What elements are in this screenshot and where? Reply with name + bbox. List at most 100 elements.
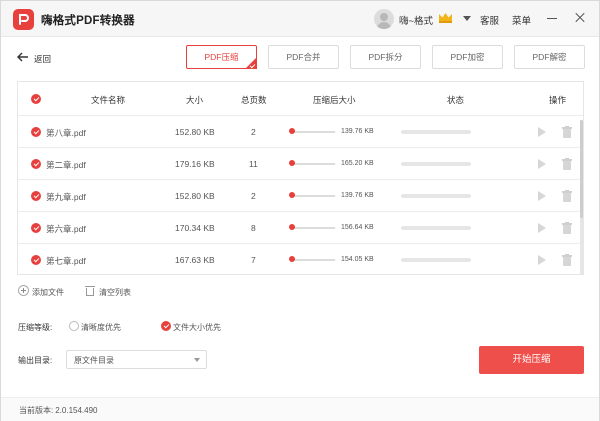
version-label: 当前版本: <box>19 406 54 415</box>
status-progress-bar <box>401 258 471 262</box>
row-checkbox[interactable] <box>31 223 41 233</box>
clarity-priority-label[interactable]: 清晰度优先 <box>81 322 121 333</box>
row-checkbox[interactable] <box>31 191 41 201</box>
version-info: 当前版本: 2.0.154.490 <box>17 405 98 416</box>
file-name: 第九章.pdf <box>46 192 86 202</box>
table-header: 文件名称 大小 总页数 压缩后大小 状态 操作 <box>18 82 583 116</box>
play-icon[interactable] <box>538 191 546 201</box>
column-header-name: 文件名称 <box>91 95 126 105</box>
radio-clarity-priority[interactable] <box>69 321 79 331</box>
start-compress-button[interactable]: 开始压缩 <box>479 346 584 374</box>
play-icon[interactable] <box>538 127 546 137</box>
table-row: 第八章.pdf 152.80 KB 2 139.76 KB <box>18 116 583 148</box>
file-name: 第六章.pdf <box>46 224 86 234</box>
trash-icon[interactable] <box>562 254 572 266</box>
column-header-compressed-size: 压缩后大小 <box>313 95 356 105</box>
minimize-button[interactable] <box>545 11 559 25</box>
column-header-pages: 总页数 <box>241 95 267 105</box>
plus-circle-icon <box>18 285 29 296</box>
tab-pdf-split[interactable]: PDF拆分 <box>350 45 421 69</box>
table-row: 第九章.pdf 152.80 KB 2 139.76 KB <box>18 180 583 212</box>
title-bar: 嗨格式PDF转换器 嗨~格式 客服 菜单 <box>1 1 599 37</box>
vip-crown-icon <box>439 13 452 23</box>
table-scrollbar[interactable] <box>580 120 583 274</box>
compression-slider-handle[interactable] <box>289 224 295 230</box>
status-progress-bar <box>401 194 471 198</box>
table-row: 第二章.pdf 179.16 KB 11 165.20 KB <box>18 148 583 180</box>
row-checkbox[interactable] <box>31 127 41 137</box>
tab-pdf-merge[interactable]: PDF合并 <box>268 45 339 69</box>
app-title: 嗨格式PDF转换器 <box>41 15 135 27</box>
column-header-actions: 操作 <box>549 95 567 105</box>
play-icon[interactable] <box>538 255 546 265</box>
file-name: 第二章.pdf <box>46 160 86 170</box>
compression-slider-handle[interactable] <box>289 256 295 262</box>
tab-label: PDF解密 <box>532 52 567 62</box>
chevron-down-icon[interactable] <box>463 16 471 21</box>
version-number: 2.0.154.490 <box>55 406 98 415</box>
trash-icon[interactable] <box>562 158 572 170</box>
file-size: 152.80 KB <box>175 191 215 201</box>
compression-slider-track[interactable] <box>290 131 335 133</box>
trash-icon[interactable] <box>562 190 572 202</box>
app-logo-icon <box>13 9 34 30</box>
compression-slider-track[interactable] <box>290 163 335 165</box>
tab-label: PDF拆分 <box>368 52 403 62</box>
table-row: 第六章.pdf 170.34 KB 8 156.64 KB <box>18 212 583 244</box>
chevron-down-icon <box>194 358 200 362</box>
compression-level-label: 压缩等级: <box>18 323 53 332</box>
arrow-left-icon <box>17 52 28 62</box>
tab-pdf-compress[interactable]: PDF压缩 <box>186 45 257 69</box>
play-icon[interactable] <box>538 223 546 233</box>
column-header-size: 大小 <box>186 95 204 105</box>
compression-slider-track[interactable] <box>290 259 335 261</box>
compression-slider-handle[interactable] <box>289 160 295 166</box>
table-row: 第七章.pdf 167.63 KB 7 154.05 KB <box>18 244 583 274</box>
file-table: 文件名称 大小 总页数 压缩后大小 状态 操作 第八章.pdf 152.80 K… <box>17 81 584 275</box>
status-bar: 当前版本: 2.0.154.490 <box>1 397 599 421</box>
trash-icon <box>85 285 95 297</box>
row-checkbox[interactable] <box>31 255 41 265</box>
status-progress-bar <box>401 226 471 230</box>
trash-icon[interactable] <box>562 222 572 234</box>
page-count: 8 <box>251 223 256 233</box>
compressed-size: 156.64 KB <box>341 224 374 231</box>
customer-service-button[interactable]: 客服 <box>480 13 499 27</box>
select-all-checkbox[interactable] <box>31 94 41 104</box>
output-dir-select[interactable]: 原文件目录 <box>66 350 207 369</box>
file-size: 167.63 KB <box>175 255 215 265</box>
tab-pdf-decrypt[interactable]: PDF解密 <box>514 45 585 69</box>
compression-slider-track[interactable] <box>290 195 335 197</box>
tab-pdf-encrypt[interactable]: PDF加密 <box>432 45 503 69</box>
status-progress-bar <box>401 162 471 166</box>
user-avatar[interactable] <box>374 9 394 29</box>
compression-slider-handle[interactable] <box>289 128 295 134</box>
play-icon[interactable] <box>538 159 546 169</box>
menu-button[interactable]: 菜单 <box>512 13 531 27</box>
status-progress-bar <box>401 130 471 134</box>
compressed-size: 154.05 KB <box>341 256 374 263</box>
size-priority-label[interactable]: 文件大小优先 <box>173 322 221 333</box>
username[interactable]: 嗨~格式 <box>399 13 433 27</box>
compression-slider-handle[interactable] <box>289 192 295 198</box>
compressed-size: 139.76 KB <box>341 128 374 135</box>
compressed-size: 139.76 KB <box>341 192 374 199</box>
close-button[interactable] <box>573 11 587 25</box>
compression-slider-track[interactable] <box>290 227 335 229</box>
output-dir-value: 原文件目录 <box>74 356 114 365</box>
scrollbar-thumb[interactable] <box>580 120 583 218</box>
back-label: 返回 <box>34 54 52 64</box>
row-checkbox[interactable] <box>31 159 41 169</box>
trash-icon[interactable] <box>562 126 572 138</box>
app-window: 嗨格式PDF转换器 嗨~格式 客服 菜单 返回 PDF压缩 PDF合并 PDF拆… <box>0 0 600 421</box>
file-size: 170.34 KB <box>175 223 215 233</box>
radio-size-priority[interactable] <box>161 321 171 331</box>
file-size: 179.16 KB <box>175 159 215 169</box>
page-count: 2 <box>251 127 256 137</box>
tab-label: PDF加密 <box>450 52 485 62</box>
clear-list-label: 清空列表 <box>99 288 131 297</box>
output-dir-label: 输出目录: <box>18 356 53 365</box>
file-name: 第七章.pdf <box>46 256 86 266</box>
column-header-status: 状态 <box>447 95 465 105</box>
page-count: 7 <box>251 255 256 265</box>
